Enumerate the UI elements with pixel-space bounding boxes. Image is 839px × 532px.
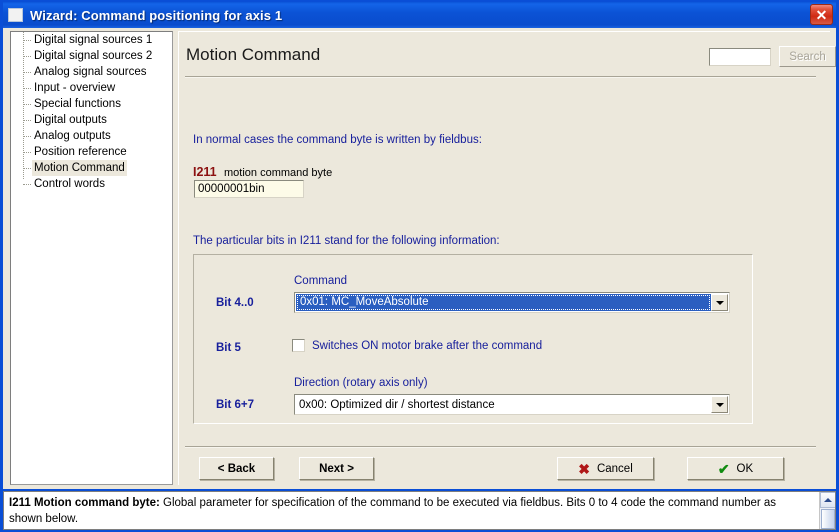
sidebar-item-label: Analog signal sources — [34, 66, 147, 78]
direction-dropdown-value: 0x00: Optimized dir / shortest distance — [299, 398, 495, 411]
sidebar-item-label: Position reference — [34, 146, 127, 158]
command-dropdown-value: 0x01: MC_MoveAbsolute — [296, 294, 711, 311]
command-caption: Command — [294, 275, 348, 287]
sidebar-item-label: Special functions — [34, 98, 121, 110]
direction-caption: Direction (rotary axis only) — [294, 377, 428, 389]
status-bar-param-title: I211 Motion command byte: — [9, 497, 160, 509]
content-pane: Motion Command Search In normal cases th… — [178, 31, 836, 485]
motor-brake-checkbox-row[interactable]: Switches ON motor brake after the comman… — [292, 339, 542, 352]
tree-elbow-icon — [23, 88, 31, 89]
header-divider — [185, 76, 816, 78]
tree-elbow-icon — [23, 56, 31, 57]
scrollbar-thumb[interactable] — [821, 509, 835, 529]
sidebar-item-label: Digital signal sources 2 — [34, 50, 153, 62]
cancel-button[interactable]: ✖ Cancel — [557, 457, 654, 480]
search-input[interactable] — [709, 48, 771, 66]
bit-label-4-0: Bit 4..0 — [216, 297, 254, 309]
sidebar-item-input-overview[interactable]: Input - overview — [11, 80, 172, 96]
sidebar-item-control-words[interactable]: Control words — [11, 176, 172, 192]
ok-button[interactable]: ✔ OK — [687, 457, 784, 480]
sidebar-item-label: Input - overview — [34, 82, 116, 94]
sidebar-item-digital-signal-sources-2[interactable]: Digital signal sources 2 — [11, 48, 172, 64]
sidebar-item-special-functions[interactable]: Special functions — [11, 96, 172, 112]
direction-dropdown[interactable]: 0x00: Optimized dir / shortest distance — [294, 394, 730, 415]
sidebar-item-motion-command[interactable]: Motion Command — [11, 160, 172, 176]
tree-item-list: Digital signal sources 1 Digital signal s… — [11, 32, 172, 192]
sidebar-item-analog-outputs[interactable]: Analog outputs — [11, 128, 172, 144]
tree-elbow-icon — [23, 136, 31, 137]
intro-text: In normal cases the command byte is writ… — [193, 134, 482, 146]
footer-divider — [185, 446, 816, 448]
sidebar-item-label: Analog outputs — [34, 130, 111, 142]
next-button[interactable]: Next > — [299, 457, 374, 480]
sidebar-item-label: Control words — [34, 178, 105, 190]
sidebar-item-digital-signal-sources-1[interactable]: Digital signal sources 1 — [11, 32, 172, 48]
ok-button-label: OK — [736, 462, 754, 475]
parameter-code: I211 — [193, 165, 217, 179]
motor-brake-checkbox-label: Switches ON motor brake after the comman… — [312, 339, 543, 352]
navigation-tree[interactable]: Digital signal sources 1 Digital signal s… — [10, 31, 173, 485]
tree-elbow-icon — [23, 168, 31, 169]
tree-elbow-icon — [23, 152, 31, 153]
tree-elbow-icon — [23, 40, 31, 41]
sidebar-item-position-reference[interactable]: Position reference — [11, 144, 172, 160]
cancel-button-label: Cancel — [596, 462, 633, 475]
motion-command-byte-input[interactable] — [194, 180, 304, 198]
close-button[interactable]: ✕ — [810, 4, 833, 25]
search-button[interactable]: Search — [779, 46, 836, 67]
sidebar-item-analog-signal-sources[interactable]: Analog signal sources — [11, 64, 172, 80]
client-area: Digital signal sources 1 Digital signal s… — [3, 28, 836, 489]
bits-intro-text: The particular bits in I211 stand for th… — [193, 235, 500, 247]
close-icon: ✕ — [815, 6, 828, 23]
sidebar-item-label: Motion Command — [32, 160, 127, 176]
cancel-x-icon: ✖ — [578, 460, 590, 477]
window-title: Wizard: Command positioning for axis 1 — [30, 7, 283, 23]
tree-elbow-icon — [23, 120, 31, 121]
ok-check-icon: ✔ — [717, 460, 730, 477]
sidebar-item-digital-outputs[interactable]: Digital outputs — [11, 112, 172, 128]
status-bar: I211 Motion command byte: Global paramet… — [3, 491, 836, 530]
tree-elbow-icon — [23, 104, 31, 105]
tree-elbow-icon — [23, 184, 31, 185]
command-dropdown[interactable]: 0x01: MC_MoveAbsolute — [294, 292, 730, 313]
page-title: Motion Command — [186, 45, 321, 64]
window-icon — [8, 8, 23, 22]
parameter-description: motion command byte — [224, 167, 333, 179]
tree-elbow-icon — [23, 72, 31, 73]
status-scrollbar[interactable] — [819, 492, 835, 529]
bit-label-5: Bit 5 — [216, 342, 241, 354]
chevron-down-icon[interactable] — [711, 396, 728, 413]
status-bar-text: I211 Motion command byte: Global paramet… — [9, 495, 809, 527]
title-bar: Wizard: Command positioning for axis 1 ✕ — [3, 2, 836, 28]
chevron-down-icon[interactable] — [711, 294, 728, 311]
bits-groupbox: Bit 4..0 Command 0x01: MC_MoveAbsolute B… — [193, 254, 753, 424]
back-button[interactable]: < Back — [199, 457, 274, 480]
sidebar-item-label: Digital outputs — [34, 114, 107, 126]
scroll-up-icon[interactable] — [820, 492, 835, 508]
motor-brake-checkbox[interactable] — [292, 339, 305, 352]
bit-label-6-7: Bit 6+7 — [216, 399, 255, 411]
sidebar-item-label: Digital signal sources 1 — [34, 34, 153, 46]
wizard-window: Wizard: Command positioning for axis 1 ✕… — [0, 0, 839, 532]
